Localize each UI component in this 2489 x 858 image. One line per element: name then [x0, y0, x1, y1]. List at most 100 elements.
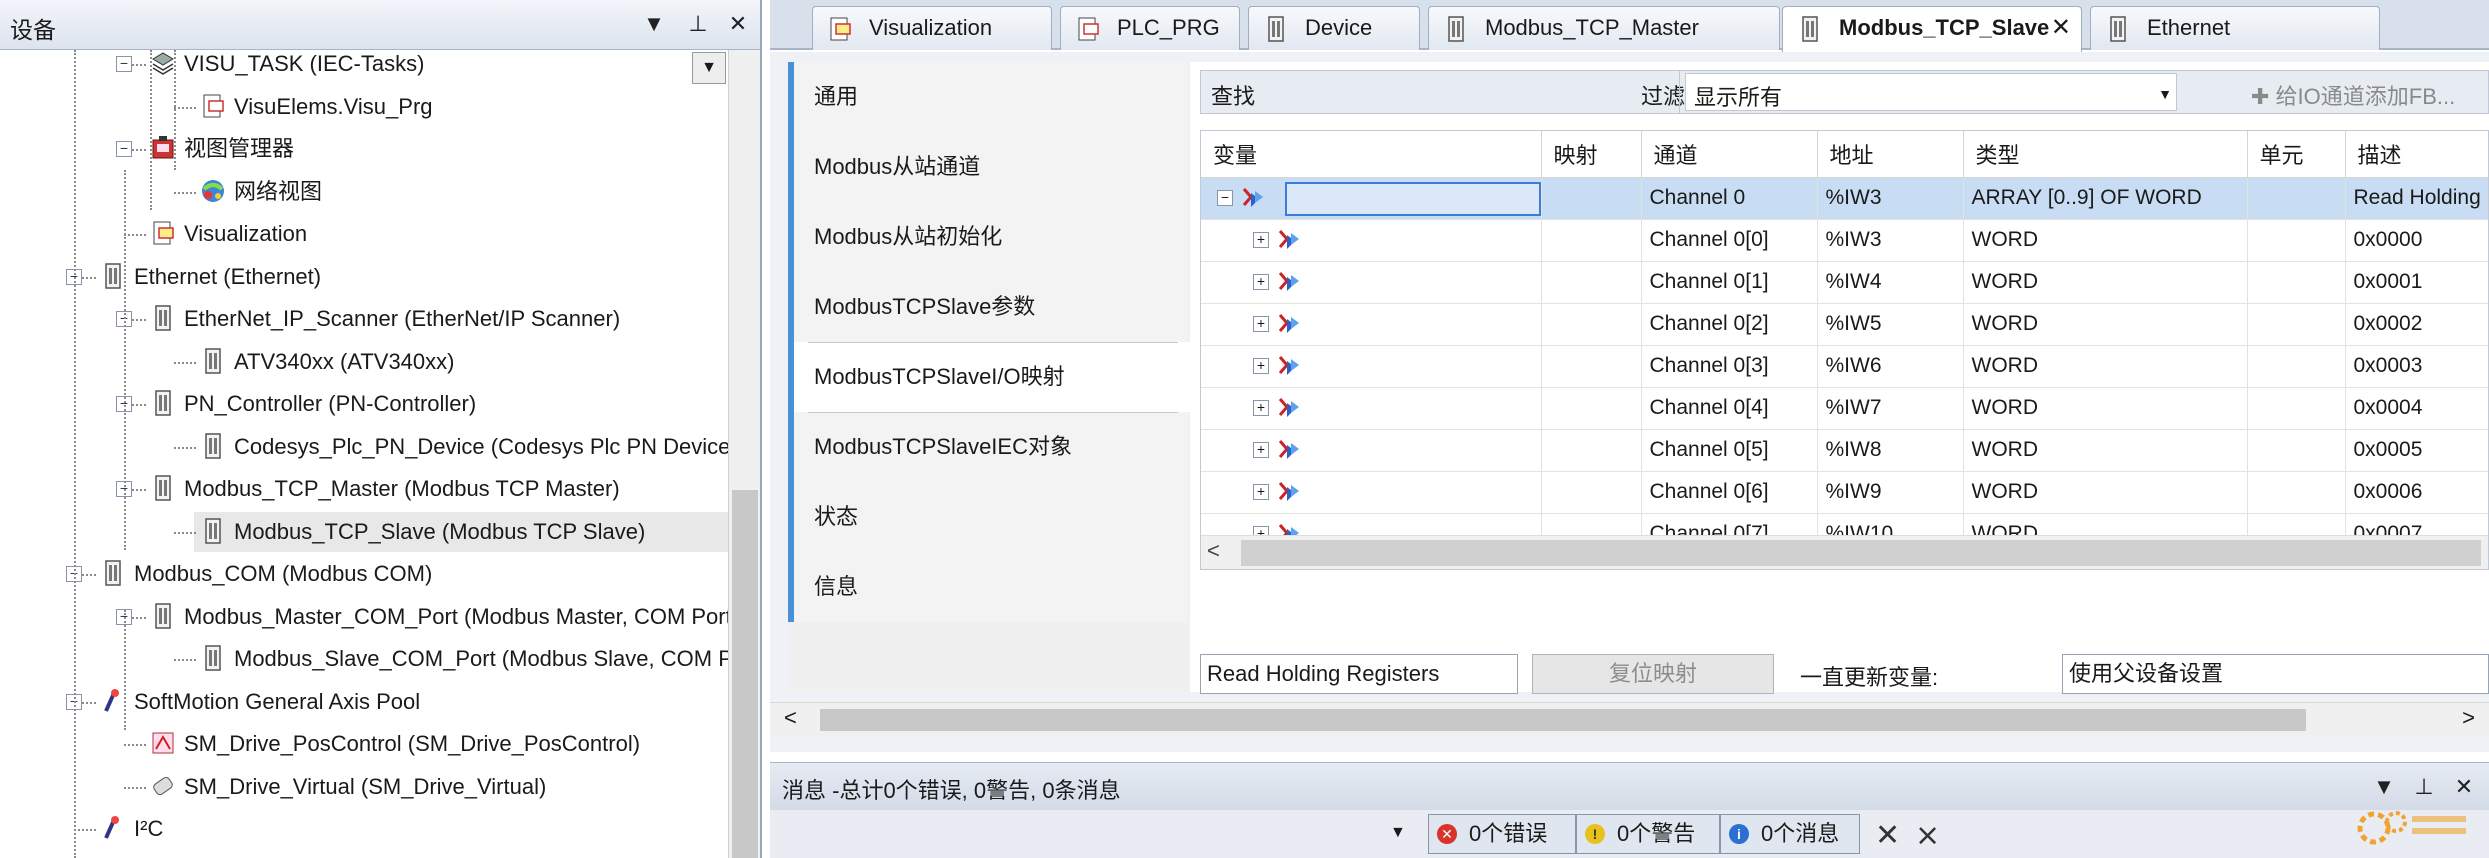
- column-header[interactable]: 单元: [2247, 131, 2346, 178]
- variable-cell[interactable]: +: [1201, 261, 1542, 304]
- scroll-right-icon[interactable]: >: [2462, 705, 2475, 731]
- nav-item[interactable]: Modbus从站初始化: [788, 202, 1188, 272]
- tree-item[interactable]: EtherNet_IP_Scanner (EtherNet/IP Scanner…: [150, 299, 620, 339]
- nav-item[interactable]: 状态: [788, 482, 1188, 552]
- clear-all-icon[interactable]: ⨯: [1915, 818, 1940, 853]
- type-cell[interactable]: WORD: [1963, 471, 2248, 514]
- mapping-cell[interactable]: [1541, 177, 1642, 220]
- device-tree-scrollbar[interactable]: [728, 50, 760, 858]
- tab-ethernet[interactable]: Ethernet: [2090, 6, 2380, 50]
- table-horizontal-scrollbar[interactable]: <: [1201, 535, 2488, 569]
- collapse-icon[interactable]: −: [116, 141, 132, 157]
- tree-item[interactable]: 网络视图: [200, 172, 322, 212]
- nav-item[interactable]: ModbusTCPSlave参数: [788, 272, 1188, 342]
- tab-close-icon[interactable]: ✕: [2051, 7, 2071, 49]
- expand-icon[interactable]: +: [1253, 232, 1269, 248]
- errors-filter-button[interactable]: ✕ 0个错误: [1428, 814, 1576, 854]
- update-variables-select[interactable]: 使用父设备设置: [2062, 654, 2489, 694]
- column-header[interactable]: 变量: [1201, 131, 1542, 178]
- variable-cell[interactable]: +: [1201, 471, 1542, 514]
- tree-item[interactable]: Modbus_COM (Modbus COM): [100, 554, 432, 594]
- unit-cell[interactable]: [2247, 387, 2346, 430]
- tree-item[interactable]: ATV340xx (ATV340xx): [200, 342, 454, 382]
- expand-icon[interactable]: +: [1253, 484, 1269, 500]
- add-fb-button[interactable]: ✚ 给IO通道添加FB...: [2251, 79, 2455, 111]
- close-icon[interactable]: ✕: [724, 10, 752, 38]
- tab-plc-prg[interactable]: PLC_PRG: [1060, 6, 1240, 50]
- tree-item[interactable]: Modbus_Master_COM_Port (Modbus Master, C…: [150, 597, 730, 637]
- unit-cell[interactable]: [2247, 429, 2346, 472]
- tab-device[interactable]: Device: [1248, 6, 1420, 50]
- type-cell[interactable]: WORD: [1963, 219, 2248, 262]
- expand-icon[interactable]: +: [1253, 274, 1269, 290]
- panel-dropdown-icon[interactable]: ▼: [640, 10, 668, 38]
- unit-cell[interactable]: [2247, 345, 2346, 388]
- mapping-cell[interactable]: [1541, 345, 1642, 388]
- description-cell[interactable]: 0x0004: [2345, 387, 2488, 430]
- table-row[interactable]: + Channel 0[0] %IW3 WORD 0x0000: [1201, 219, 2488, 262]
- mapping-cell[interactable]: [1541, 471, 1642, 514]
- type-cell[interactable]: WORD: [1963, 387, 2248, 430]
- address-cell[interactable]: %IW9: [1817, 471, 1964, 514]
- address-cell[interactable]: %IW7: [1817, 387, 1964, 430]
- clear-messages-icon[interactable]: ✕: [1875, 818, 1900, 853]
- scrollbar-thumb[interactable]: [732, 490, 758, 858]
- channel-cell[interactable]: Channel 0[0]: [1641, 219, 1818, 262]
- channel-cell[interactable]: Channel 0[3]: [1641, 345, 1818, 388]
- mapping-cell[interactable]: [1541, 387, 1642, 430]
- tree-item[interactable]: 视图管理器: [150, 129, 294, 169]
- tab-modbus-tcp-slave[interactable]: Modbus_TCP_Slave ✕: [1782, 6, 2082, 52]
- channel-cell[interactable]: Channel 0: [1641, 177, 1818, 220]
- nav-item[interactable]: ModbusTCPSlaveIEC对象: [788, 412, 1188, 482]
- mapping-cell[interactable]: [1541, 303, 1642, 346]
- panel-dropdown-icon[interactable]: ▼: [2370, 773, 2398, 801]
- channel-cell[interactable]: Channel 0[2]: [1641, 303, 1818, 346]
- address-cell[interactable]: %IW5: [1817, 303, 1964, 346]
- description-cell[interactable]: Read Holding: [2345, 177, 2488, 220]
- table-row[interactable]: + Channel 0[6] %IW9 WORD 0x0006: [1201, 471, 2488, 514]
- type-cell[interactable]: WORD: [1963, 429, 2248, 472]
- table-row[interactable]: − Channel 0 %IW3 ARRAY [0..9] OF WORD Read H…: [1201, 177, 2488, 220]
- variable-cell[interactable]: +: [1201, 219, 1542, 262]
- channel-cell[interactable]: Channel 0[4]: [1641, 387, 1818, 430]
- mapping-cell[interactable]: [1541, 219, 1642, 262]
- variable-cell[interactable]: −: [1201, 177, 1542, 220]
- tree-item[interactable]: SoftMotion General Axis Pool: [100, 682, 420, 722]
- unit-cell[interactable]: [2247, 219, 2346, 262]
- unit-cell[interactable]: [2247, 471, 2346, 514]
- table-row[interactable]: + Channel 0[2] %IW5 WORD 0x0002: [1201, 303, 2488, 346]
- scroll-left-icon[interactable]: <: [1207, 538, 1220, 564]
- table-row[interactable]: + Channel 0[5] %IW8 WORD 0x0005: [1201, 429, 2488, 472]
- expand-icon[interactable]: +: [1253, 316, 1269, 332]
- variable-cell[interactable]: +: [1201, 387, 1542, 430]
- channel-cell[interactable]: Channel 0[5]: [1641, 429, 1818, 472]
- tree-item[interactable]: Modbus_TCP_Slave (Modbus TCP Slave): [194, 511, 730, 552]
- mapping-cell[interactable]: [1541, 261, 1642, 304]
- address-cell[interactable]: %IW3: [1817, 219, 1964, 262]
- table-row[interactable]: + Channel 0[3] %IW6 WORD 0x0003: [1201, 345, 2488, 388]
- filter-select[interactable]: 显示所有 ▼: [1685, 73, 2177, 111]
- nav-item[interactable]: ModbusTCPSlaveI/O映射: [788, 342, 1198, 412]
- expand-icon[interactable]: +: [1253, 400, 1269, 416]
- warnings-filter-button[interactable]: ! 0个警告: [1576, 814, 1720, 854]
- expand-icon[interactable]: +: [1253, 358, 1269, 374]
- unit-cell[interactable]: [2247, 303, 2346, 346]
- channel-cell[interactable]: Channel 0[1]: [1641, 261, 1818, 304]
- tree-item[interactable]: Modbus_Slave_COM_Port (Modbus Slave, COM…: [200, 639, 730, 679]
- address-cell[interactable]: %IW3: [1817, 177, 1964, 220]
- nav-item[interactable]: 通用: [788, 62, 1188, 132]
- tree-item[interactable]: Visualization: [150, 214, 307, 254]
- message-source-dropdown-icon[interactable]: ▼: [1390, 824, 1406, 842]
- pin-icon[interactable]: ⊥: [684, 10, 712, 38]
- type-cell[interactable]: WORD: [1963, 261, 2248, 304]
- tree-item[interactable]: VISU_TASK (IEC-Tasks): [150, 50, 424, 84]
- address-cell[interactable]: %IW8: [1817, 429, 1964, 472]
- variable-cell[interactable]: +: [1201, 345, 1542, 388]
- tree-item[interactable]: VisuElems.Visu_Prg: [200, 87, 433, 127]
- mapping-cell[interactable]: [1541, 429, 1642, 472]
- scrollbar-thumb[interactable]: [1241, 540, 2481, 566]
- nav-item[interactable]: Modbus从站通道: [788, 132, 1188, 202]
- tab-visualization[interactable]: Visualization: [812, 6, 1052, 50]
- pin-icon[interactable]: ⊥: [2410, 773, 2438, 801]
- close-icon[interactable]: ✕: [2450, 773, 2478, 801]
